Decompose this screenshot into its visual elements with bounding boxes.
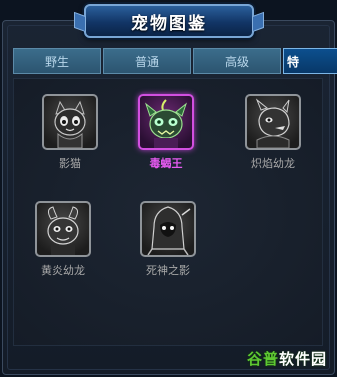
tab-label: 高级 <box>224 54 249 69</box>
tab-normal[interactable]: 普通 <box>103 48 191 74</box>
pet-name: 影猫 <box>59 157 81 170</box>
tab-advanced[interactable]: 高级 <box>193 48 281 74</box>
pet-name: 死神之影 <box>146 264 190 277</box>
category-tabs: 野生 普通 高级 特 <box>13 48 337 74</box>
watermark-part-b: 软件园 <box>278 349 327 368</box>
pet-portrait-frame <box>140 201 196 257</box>
pet-card-death-shadow[interactable]: 死神之影 <box>128 201 208 287</box>
death-shadow-icon <box>147 206 191 255</box>
pet-card-blazing-young-dragon[interactable]: 炽焰幼龙 <box>233 94 313 180</box>
pet-name: 黄炎幼龙 <box>41 264 85 277</box>
pet-name: 毒蝎王 <box>149 157 183 170</box>
watermark-part-a: 谷普 <box>246 349 279 368</box>
tab-wild[interactable]: 野生 <box>13 48 101 74</box>
pet-portrait-frame <box>245 94 301 150</box>
pet-portrait-frame <box>35 201 91 257</box>
scorpion-king-icon <box>144 99 188 148</box>
pet-portrait-frame <box>138 94 194 150</box>
tab-label: 普通 <box>134 54 159 69</box>
window-title: 宠物图鉴 <box>131 13 207 34</box>
pet-name: 炽焰幼龙 <box>251 157 295 170</box>
tab-special[interactable]: 特 <box>283 48 337 74</box>
shadow-cat-icon <box>54 100 86 148</box>
watermark-logo: 谷普 软件园 <box>247 348 327 368</box>
pet-card-poison-scorpion-king[interactable]: 毒蝎王 <box>126 94 206 180</box>
yellow-dragon-icon <box>47 206 79 255</box>
pet-card-shadow-cat[interactable]: 影猫 <box>30 94 110 180</box>
tab-label: 野生 <box>44 54 69 69</box>
title-plate: 宠物图鉴 <box>84 4 254 38</box>
pet-portrait-frame <box>42 94 98 150</box>
tab-label: 特 <box>287 54 300 69</box>
blazing-dragon-icon <box>255 98 290 148</box>
pet-card-yellow-flame-young-dragon[interactable]: 黄炎幼龙 <box>23 201 103 287</box>
